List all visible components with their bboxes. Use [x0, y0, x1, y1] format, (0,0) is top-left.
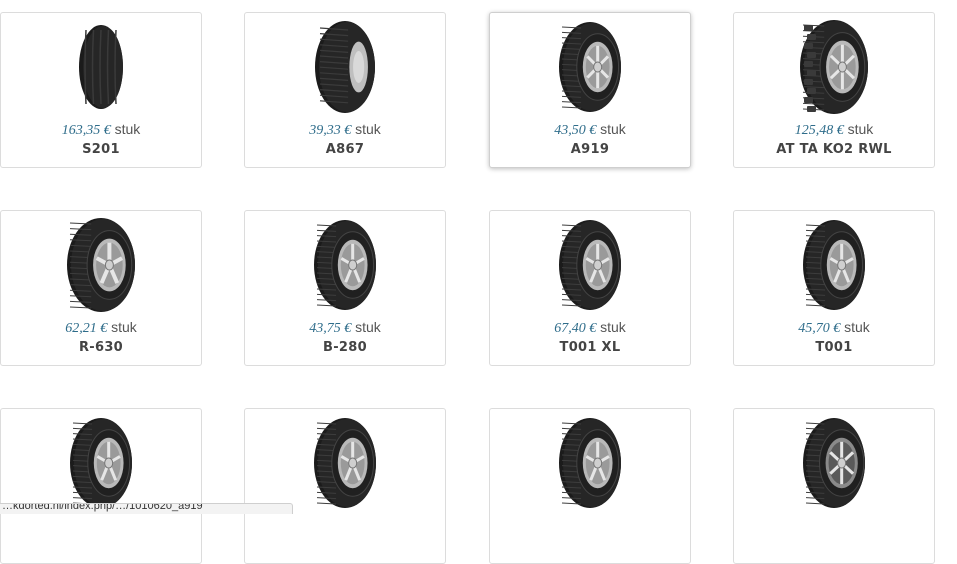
product-name[interactable]: R-630	[1, 340, 201, 355]
car-tire-icon[interactable]	[734, 217, 934, 313]
price-unit: stuk	[600, 319, 626, 335]
price-unit: stuk	[847, 121, 874, 137]
link-status-bar: …kdorted.nl/index.php/…/1010620_a919	[0, 503, 293, 514]
price-value: 163,35 €	[61, 123, 111, 138]
price-line: 43,50 € stuk	[490, 121, 690, 139]
sport-tire-icon[interactable]	[734, 415, 934, 511]
product-card[interactable]	[489, 408, 691, 564]
price-line: 67,40 € stuk	[490, 319, 690, 337]
price-line: 45,70 € stuk	[734, 319, 934, 337]
product-card[interactable]: 67,40 € stuk T001 XL	[489, 210, 691, 366]
van-tire-icon[interactable]	[245, 19, 445, 115]
product-card[interactable]	[244, 408, 446, 564]
price-value: 67,40 €	[554, 321, 597, 336]
product-card[interactable]: 39,33 € stuk A867	[244, 12, 446, 168]
product-card[interactable]: 43,75 € stuk B-280	[244, 210, 446, 366]
price-value: 43,50 €	[554, 123, 597, 138]
price-value: 39,33 €	[309, 123, 352, 138]
price-value: 45,70 €	[798, 321, 841, 336]
product-name[interactable]: S201	[1, 142, 201, 157]
price-unit: stuk	[844, 319, 870, 335]
product-name[interactable]: A867	[245, 142, 445, 157]
product-card[interactable]: 45,70 € stuk T001	[733, 210, 935, 366]
product-name[interactable]: T001	[734, 340, 934, 355]
price-line: 163,35 € stuk	[1, 121, 201, 139]
product-name[interactable]: A919	[490, 142, 690, 157]
product-name[interactable]: T001 XL	[490, 340, 690, 355]
truck-tire-icon[interactable]	[1, 19, 201, 115]
car-tire-icon[interactable]	[490, 415, 690, 511]
price-value: 62,21 €	[65, 321, 108, 336]
car-tire-icon[interactable]	[245, 217, 445, 313]
product-card[interactable]: 125,48 € stuk AT TA KO2 RWL	[733, 12, 935, 168]
price-line: 125,48 € stuk	[734, 121, 934, 139]
price-line: 43,75 € stuk	[245, 319, 445, 337]
price-value: 125,48 €	[794, 123, 844, 138]
van-tire-icon[interactable]	[1, 217, 201, 313]
car-tire-icon[interactable]	[490, 217, 690, 313]
price-unit: stuk	[355, 121, 381, 137]
product-card[interactable]	[0, 408, 202, 564]
price-unit: stuk	[111, 319, 137, 335]
price-unit: stuk	[600, 121, 626, 137]
product-name[interactable]: AT TA KO2 RWL	[734, 142, 934, 157]
price-unit: stuk	[355, 319, 381, 335]
price-unit: stuk	[114, 121, 141, 137]
price-line: 62,21 € stuk	[1, 319, 201, 337]
all-terrain-tire-icon[interactable]	[734, 19, 934, 115]
price-value: 43,75 €	[309, 321, 352, 336]
product-card[interactable]	[733, 408, 935, 564]
product-card[interactable]: 163,35 € stuk S201	[0, 12, 202, 168]
car-tire-icon[interactable]	[1, 415, 201, 511]
car-tire-icon[interactable]	[245, 415, 445, 511]
status-url: …kdorted.nl/index.php/…/1010620_a919	[2, 503, 203, 512]
product-name[interactable]: B-280	[245, 340, 445, 355]
product-card[interactable]: 62,21 € stuk R-630	[0, 210, 202, 366]
product-card[interactable]: 43,50 € stuk A919	[489, 12, 691, 168]
suv-tire-icon[interactable]	[490, 19, 690, 115]
price-line: 39,33 € stuk	[245, 121, 445, 139]
